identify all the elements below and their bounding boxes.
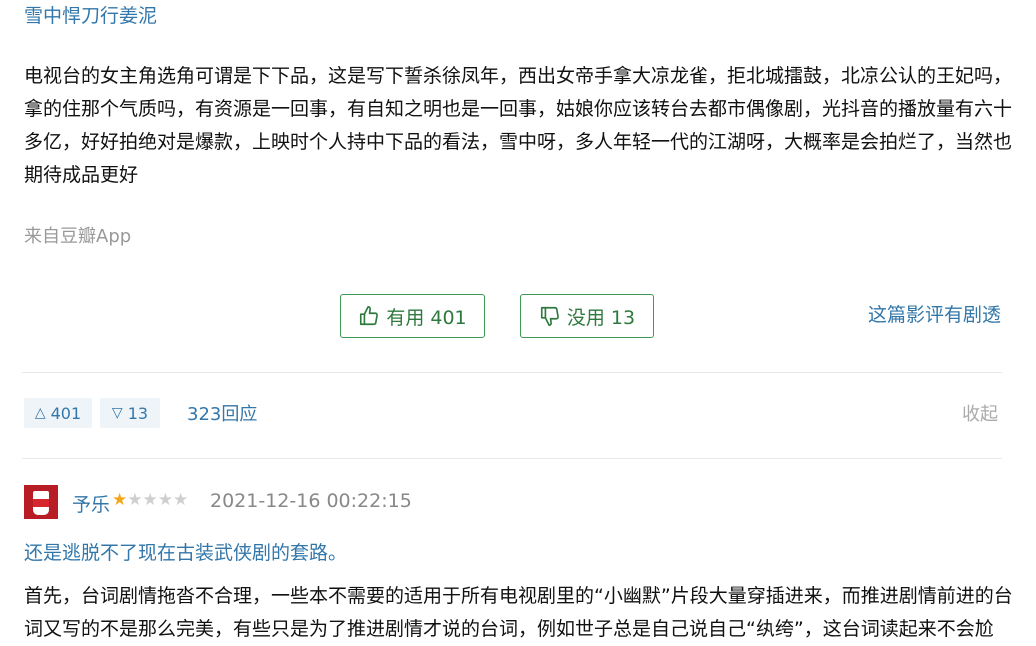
- avatar[interactable]: [24, 485, 58, 519]
- comment-username[interactable]: 予乐: [72, 490, 110, 517]
- downvote-count-button[interactable]: ▽ 13: [100, 398, 160, 428]
- review-body: 电视台的女主角选角可谓是下下品，这是写下誓杀徐凤年，西出女帝手拿大凉龙雀，拒北城…: [24, 65, 1013, 186]
- triangle-down-icon: ▽: [111, 405, 123, 421]
- spoiler-link[interactable]: 这篇影评有剧透: [868, 300, 1001, 327]
- comment-title[interactable]: 还是逃脱不了现在古装武侠剧的套路。: [24, 538, 347, 565]
- collapse-link[interactable]: 收起: [962, 400, 998, 426]
- star-empty-icon: ★: [127, 490, 143, 510]
- source-label: 来自豆瓣App: [24, 226, 132, 247]
- star-empty-icon: ★: [157, 490, 173, 510]
- useful-button[interactable]: 有用 401: [340, 294, 485, 338]
- thumbs-down-icon: [540, 306, 559, 326]
- comment-body: 首先，台词剧情拖沓不合理，一些本不需要的适用于所有电视剧里的“小幽默”片段大量穿…: [24, 585, 1013, 640]
- upvote-count: 401: [50, 403, 82, 423]
- thumbs-up-icon: [360, 306, 379, 326]
- star-empty-icon: ★: [173, 490, 189, 510]
- star-rating: ★★★★★: [112, 490, 188, 510]
- upvote-count-button[interactable]: △ 401: [24, 398, 92, 428]
- replies-link[interactable]: 323回应: [187, 400, 257, 426]
- useful-label: 有用 401: [386, 306, 467, 329]
- review-title[interactable]: 雪中悍刀行姜泥: [24, 4, 157, 28]
- star-filled-icon: ★: [112, 490, 128, 510]
- star-empty-icon: ★: [142, 490, 158, 510]
- downvote-count: 13: [127, 403, 149, 423]
- divider: [22, 458, 1002, 459]
- triangle-up-icon: △: [34, 405, 46, 421]
- divider: [22, 372, 1002, 373]
- comment-timestamp: 2021-12-16 00:22:15: [210, 490, 412, 512]
- useless-label: 没用 13: [566, 306, 636, 329]
- useless-button[interactable]: 没用 13: [520, 294, 654, 338]
